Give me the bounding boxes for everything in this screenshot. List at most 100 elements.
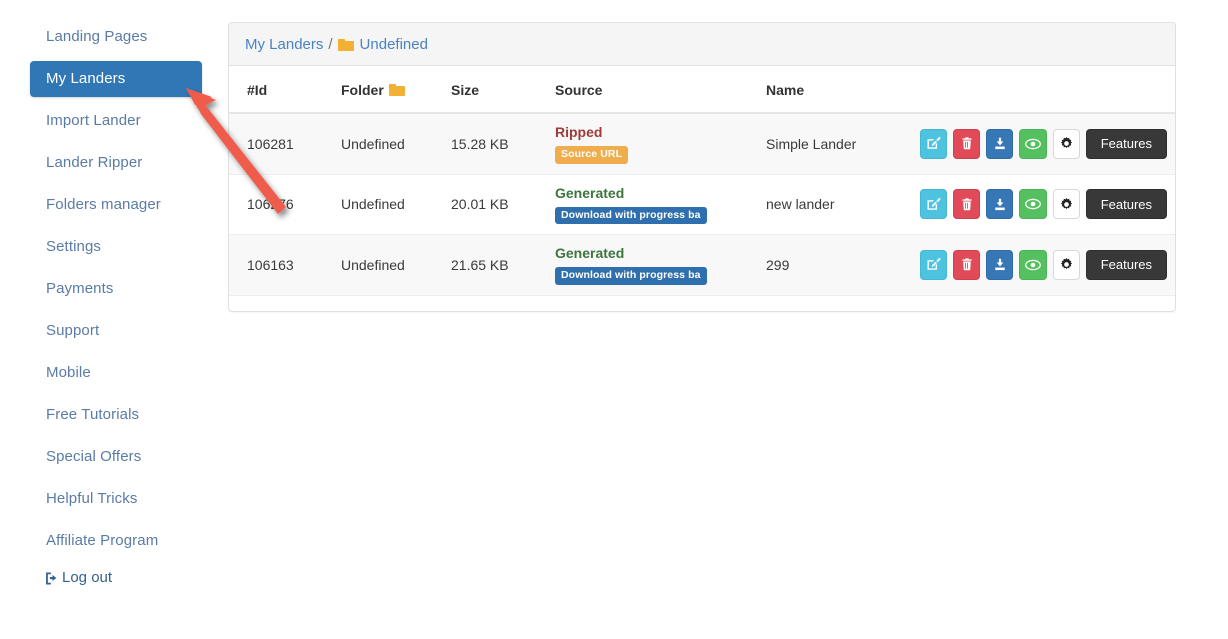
cell-size: 21.65 KB <box>443 234 547 296</box>
sidebar-item-free-tutorials[interactable]: Free Tutorials <box>30 397 202 433</box>
folder-icon <box>337 38 354 51</box>
landers-table: #Id Folder Size Source Name 106281 Undef… <box>229 66 1175 296</box>
sidebar-item-settings[interactable]: Settings <box>30 229 202 265</box>
cell-actions: Features <box>912 174 1175 235</box>
sidebar-item-support[interactable]: Support <box>30 313 202 349</box>
edit-pencil-square-icon <box>926 197 941 212</box>
sidebar-item-label: Helpful Tricks <box>46 490 138 507</box>
edit-button[interactable] <box>920 128 948 159</box>
column-header-actions <box>912 66 1175 114</box>
sidebar-item-label: Lander Ripper <box>46 154 143 171</box>
table-header-row: #Id Folder Size Source Name <box>229 66 1175 114</box>
cell-folder: Undefined <box>333 174 443 235</box>
cell-id: 106281 <box>229 113 333 175</box>
features-label: Features <box>1100 196 1153 212</box>
features-button[interactable]: Features <box>1085 128 1168 159</box>
eye-icon <box>1025 138 1041 150</box>
cell-id: 106276 <box>229 174 333 235</box>
column-header-folder[interactable]: Folder <box>333 66 443 114</box>
source-type-label: Generated <box>555 245 625 261</box>
sidebar-item-mobile[interactable]: Mobile <box>30 355 202 391</box>
cell-source: Generated Download with progress ba <box>547 174 758 235</box>
cell-source: Ripped Source URL <box>547 113 758 175</box>
delete-button[interactable] <box>953 128 981 159</box>
source-type-label: Ripped <box>555 124 603 140</box>
sidebar-item-label: Payments <box>46 280 114 297</box>
settings-button[interactable] <box>1052 249 1080 280</box>
eye-icon <box>1025 198 1041 210</box>
sidebar-item-label: Folders manager <box>46 196 161 213</box>
row-action-group: Features <box>920 249 1168 280</box>
cell-name: 299 <box>758 234 912 296</box>
folder-icon <box>388 84 405 96</box>
edit-pencil-square-icon <box>926 257 941 272</box>
breadcrumb-root-link[interactable]: My Landers <box>245 36 323 53</box>
sidebar-item-affiliate-program[interactable]: Affiliate Program <box>30 523 202 559</box>
sidebar-item-label: Settings <box>46 238 101 255</box>
sidebar-item-helpful-tricks[interactable]: Helpful Tricks <box>30 481 202 517</box>
table-row[interactable]: 106163 Undefined 21.65 KB Generated Down… <box>229 234 1175 296</box>
preview-button[interactable] <box>1019 128 1047 159</box>
cell-source: Generated Download with progress ba <box>547 234 758 296</box>
download-button[interactable] <box>986 128 1014 159</box>
cell-size: 20.01 KB <box>443 174 547 235</box>
sidebar-item-folders-manager[interactable]: Folders manager <box>30 187 202 223</box>
features-label: Features <box>1100 136 1153 152</box>
settings-button[interactable] <box>1052 189 1080 220</box>
edit-button[interactable] <box>920 249 948 280</box>
app-root: Landing Pages My Landers Import Lander L… <box>0 0 1228 639</box>
gear-icon <box>1059 257 1074 272</box>
status-badge[interactable]: Download with progress ba <box>555 267 707 285</box>
breadcrumb-separator: / <box>328 35 333 53</box>
sign-out-icon <box>44 571 59 586</box>
table-row[interactable]: 106276 Undefined 20.01 KB Generated Down… <box>229 174 1175 235</box>
trash-icon <box>960 257 974 272</box>
cell-folder: Undefined <box>333 234 443 296</box>
features-button[interactable]: Features <box>1085 249 1168 280</box>
column-header-name[interactable]: Name <box>758 66 912 114</box>
cell-size: 15.28 KB <box>443 113 547 175</box>
features-label: Features <box>1100 257 1153 273</box>
download-button[interactable] <box>986 189 1014 220</box>
preview-button[interactable] <box>1019 249 1047 280</box>
status-badge[interactable]: Download with progress ba <box>555 206 707 224</box>
download-button[interactable] <box>986 249 1014 280</box>
trash-icon <box>960 136 974 151</box>
column-header-size[interactable]: Size <box>443 66 547 114</box>
delete-button[interactable] <box>953 249 981 280</box>
column-header-source[interactable]: Source <box>547 66 758 114</box>
breadcrumb-current-folder[interactable]: Undefined <box>360 36 428 53</box>
sidebar-item-my-landers[interactable]: My Landers <box>30 61 202 97</box>
gear-icon <box>1059 197 1074 212</box>
sidebar-item-label: Special Offers <box>46 448 142 465</box>
sidebar-item-payments[interactable]: Payments <box>30 271 202 307</box>
sidebar-item-landing-pages[interactable]: Landing Pages <box>30 19 202 55</box>
edit-button[interactable] <box>920 189 948 220</box>
eye-icon <box>1025 259 1041 271</box>
source-type-label: Generated <box>555 184 625 201</box>
settings-button[interactable] <box>1052 128 1080 159</box>
table-row[interactable]: 106281 Undefined 15.28 KB Ripped Source … <box>229 113 1175 175</box>
column-header-id[interactable]: #Id <box>229 66 333 114</box>
logout-link[interactable]: Log out <box>44 569 112 586</box>
table-body: 106281 Undefined 15.28 KB Ripped Source … <box>229 113 1175 296</box>
cell-id: 106163 <box>229 234 333 296</box>
cell-actions: Features <box>912 234 1175 296</box>
sidebar-item-label: Landing Pages <box>46 28 148 45</box>
status-badge[interactable]: Source URL <box>555 146 629 164</box>
sidebar-item-label: Import Lander <box>46 112 141 129</box>
delete-button[interactable] <box>953 189 981 220</box>
sidebar-navigation: Landing Pages My Landers Import Lander L… <box>0 0 210 639</box>
sidebar-item-import-lander[interactable]: Import Lander <box>30 103 202 139</box>
sidebar-item-label: Support <box>46 322 100 339</box>
features-button[interactable]: Features <box>1085 189 1168 220</box>
landers-panel: My Landers / Undefined #Id Folder Size S… <box>228 22 1176 312</box>
cell-actions: Features <box>912 113 1175 175</box>
trash-icon <box>960 197 974 212</box>
sidebar-item-special-offers[interactable]: Special Offers <box>30 439 202 475</box>
sidebar-item-label: My Landers <box>46 70 126 87</box>
preview-button[interactable] <box>1019 189 1047 220</box>
sidebar-item-lander-ripper[interactable]: Lander Ripper <box>30 145 202 181</box>
sidebar-item-label: Affiliate Program <box>46 532 159 549</box>
download-icon <box>993 257 1007 272</box>
